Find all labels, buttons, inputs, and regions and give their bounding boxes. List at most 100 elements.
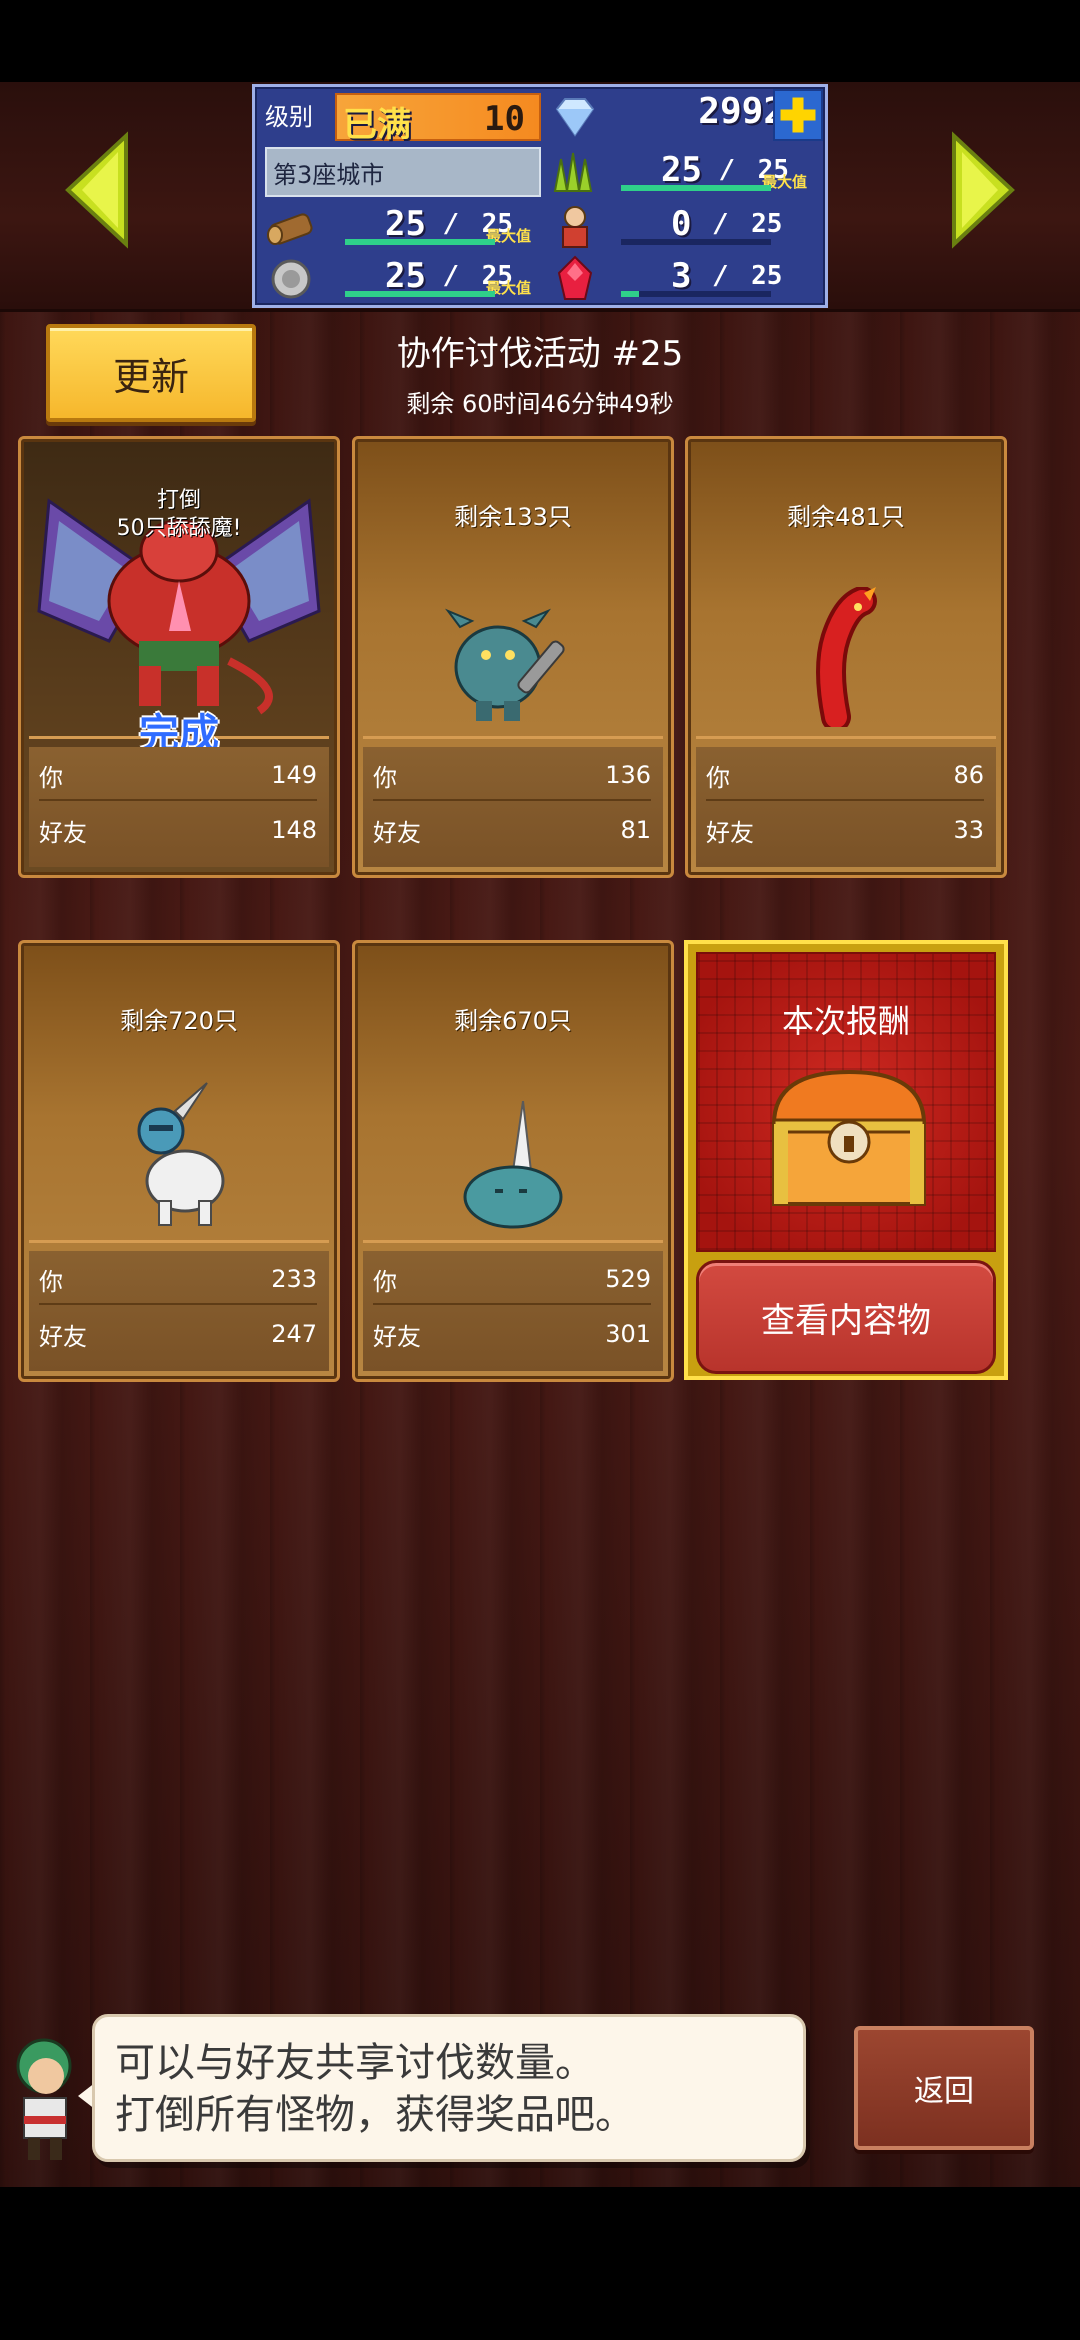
wood-current: 25 — [385, 204, 426, 244]
card-stats: 你 233 好友 247 — [29, 1251, 329, 1371]
stone-bar — [345, 291, 495, 297]
city-name: 第3座城市 — [265, 147, 541, 197]
level-value: 10 — [484, 99, 525, 139]
you-label: 你 — [706, 763, 730, 792]
stone-icon — [263, 251, 319, 307]
view-contents-button[interactable]: 查看内容物 — [696, 1260, 996, 1374]
remaining-label: 剩余670只 — [454, 1007, 572, 1035]
stone-resource: 25 / 25 最大值 — [339, 251, 539, 301]
previous-arrow-icon[interactable] — [62, 130, 132, 250]
remaining-label: 剩余133只 — [454, 503, 572, 531]
guide-character-icon — [16, 2038, 72, 2160]
worker-current: 0 — [671, 204, 692, 244]
you-row: 你 149 — [39, 751, 317, 801]
friend-label: 好友 — [373, 1322, 421, 1351]
buy-gems-button[interactable] — [773, 89, 823, 141]
card-image-area: 打倒 50只舔舔魔! 完成 — [29, 447, 329, 757]
monster-card-3[interactable]: 剩余481只 你 86 好友 33 — [685, 436, 1007, 878]
guide-speech-bubble: 可以与好友共享讨伐数量。 打倒所有怪物，获得奖品吧。 — [92, 2014, 806, 2162]
defeat-goal-line2: 50只舔舔魔! — [116, 516, 242, 541]
worker-bar — [621, 239, 771, 245]
defeat-goal-line1: 打倒 — [156, 488, 201, 513]
you-label: 你 — [39, 763, 63, 792]
wood-log-icon — [263, 199, 319, 255]
reward-card: 本次报酬 查看内容物 — [684, 940, 1008, 1380]
horned-slime-icon — [463, 1101, 563, 1229]
worker-resource: 0 / 25 — [615, 199, 815, 249]
card-stats: 你 529 好友 301 — [363, 1251, 663, 1371]
card-stats: 你 136 好友 81 — [363, 747, 663, 867]
ogre-icon — [445, 608, 565, 721]
friend-count: 301 — [605, 1320, 651, 1348]
card-image-area: 剩余133只 — [363, 447, 663, 739]
ruby-bar — [621, 291, 771, 297]
you-label: 你 — [373, 1267, 397, 1296]
back-button[interactable]: 返回 — [854, 2026, 1034, 2150]
worker-icon — [547, 199, 603, 255]
grass-current: 25 — [661, 150, 702, 190]
you-count: 86 — [953, 761, 984, 789]
card-stats: 你 86 好友 33 — [696, 747, 996, 867]
friend-row: 好友 301 — [373, 1309, 651, 1359]
status-panel: 级别 已满 10 2992 第3座城市 25 / 25 最大值 25 / 25 … — [252, 84, 828, 308]
reward-panel: 本次报酬 — [696, 952, 996, 1252]
friend-label: 好友 — [373, 818, 421, 847]
friend-count: 33 — [953, 816, 984, 844]
monster-card-1[interactable]: 打倒 50只舔舔魔! 完成 你 149 好友 148 — [18, 436, 340, 878]
dialog-line-1: 可以与好友共享讨伐数量。 — [115, 2040, 595, 2086]
friend-label: 好友 — [706, 818, 754, 847]
you-row: 你 86 — [706, 751, 984, 801]
friend-count: 247 — [271, 1320, 317, 1348]
event-timer: 剩余 60时间46分钟49秒 — [406, 390, 674, 418]
level-bar: 已满 10 — [335, 93, 541, 145]
stone-current: 25 — [385, 256, 426, 296]
armored-knight-icon — [137, 1082, 225, 1226]
ruby-max: 25 — [751, 261, 783, 291]
friend-row: 好友 33 — [706, 805, 984, 855]
remaining-label: 剩余720只 — [120, 1007, 238, 1035]
event-title: 协作讨伐活动 #25 — [396, 334, 684, 374]
friend-row: 好友 81 — [373, 805, 651, 855]
defeat-goal-text: 打倒 50只舔舔魔! — [29, 487, 329, 543]
card-stats: 你 149 好友 148 — [29, 747, 329, 867]
red-worm-icon — [816, 587, 877, 727]
monster-card-5[interactable]: 剩余670只 你 529 好友 301 — [352, 940, 674, 1382]
friend-label: 好友 — [39, 1322, 87, 1351]
grass-bar — [621, 185, 771, 191]
next-arrow-icon[interactable] — [948, 130, 1018, 250]
you-label: 你 — [39, 1267, 63, 1296]
diamond-icon — [547, 89, 603, 145]
ruby-icon — [547, 251, 603, 307]
worker-max: 25 — [751, 209, 783, 239]
you-label: 你 — [373, 763, 397, 792]
dialog-line-2: 打倒所有怪物，获得奖品吧。 — [115, 2092, 635, 2138]
you-row: 你 529 — [373, 1255, 651, 1305]
card-image-area: 剩余670只 — [363, 951, 663, 1243]
monster-card-4[interactable]: 剩余720只 你 233 好友 247 — [18, 940, 340, 1382]
friend-row: 好友 148 — [39, 805, 317, 855]
grass-resource: 25 / 25 最大值 — [615, 145, 815, 195]
card-image-area: 剩余481只 — [696, 447, 996, 739]
level-full-text: 已满 — [343, 105, 411, 145]
you-row: 你 136 — [373, 751, 651, 801]
friend-count: 148 — [271, 816, 317, 844]
reward-title: 本次报酬 — [781, 1002, 910, 1040]
you-row: 你 233 — [39, 1255, 317, 1305]
friend-label: 好友 — [39, 818, 87, 847]
plus-icon — [780, 97, 816, 133]
grass-icon — [547, 145, 603, 201]
you-count: 136 — [605, 761, 651, 789]
treasure-chest-icon — [771, 1069, 927, 1206]
you-count: 529 — [605, 1265, 651, 1293]
gem-count: 2992 — [698, 91, 785, 132]
friend-row: 好友 247 — [39, 1309, 317, 1359]
you-count: 149 — [271, 761, 317, 789]
remaining-label: 剩余481只 — [787, 503, 905, 531]
wood-resource: 25 / 25 最大值 — [339, 199, 539, 249]
you-count: 233 — [271, 1265, 317, 1293]
refresh-button[interactable]: 更新 — [46, 324, 256, 422]
card-image-area: 剩余720只 — [29, 951, 329, 1243]
ruby-current: 3 — [671, 256, 692, 296]
ruby-resource: 3 / 25 — [615, 251, 815, 301]
monster-card-2[interactable]: 剩余133只 你 136 好友 81 — [352, 436, 674, 878]
